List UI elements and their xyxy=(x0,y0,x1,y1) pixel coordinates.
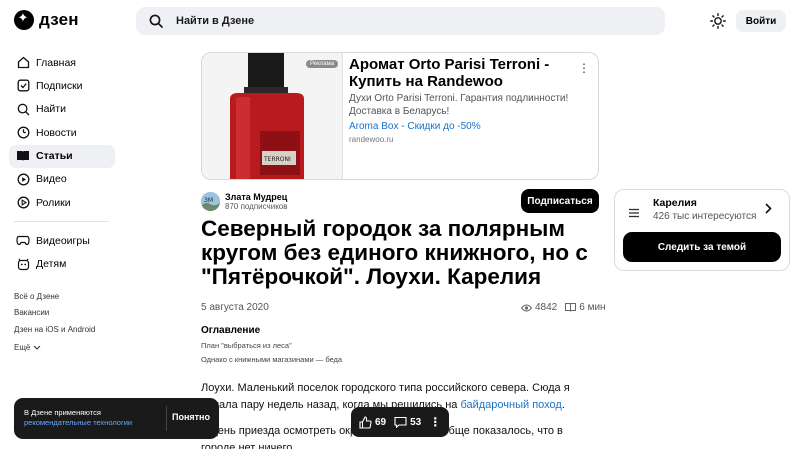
dzen-logo[interactable]: дзен xyxy=(14,10,79,30)
author-name[interactable]: Злата Мудрец xyxy=(225,192,287,202)
dzen-logo-icon xyxy=(14,10,34,30)
menu-lines-icon xyxy=(628,205,640,223)
topic-followers: 426 тыс интересуются xyxy=(653,211,757,222)
sidebar-item-home[interactable]: Главная xyxy=(9,51,115,74)
toc-item[interactable]: План "выбраться из леса" xyxy=(201,341,292,350)
home-icon xyxy=(16,56,30,70)
perfume-bottle-image: TERRONI Реклама xyxy=(202,53,343,179)
link-mobile-apps[interactable]: Дзен на iOS и Android xyxy=(14,324,95,340)
article-date: 5 августа 2020 xyxy=(201,302,269,313)
sidebar-item-articles[interactable]: Статьи xyxy=(9,144,115,168)
book-icon xyxy=(565,303,577,312)
sidebar-divider xyxy=(14,221,109,223)
sidebar-item-label: Главная xyxy=(36,56,76,69)
subscriptions-icon xyxy=(16,79,30,93)
sidebar-item-label: Новости xyxy=(36,126,77,139)
toc-title: Оглавление xyxy=(201,325,261,336)
avatar-initials: ЗМ xyxy=(204,197,213,204)
cookie-message: В Дзене применяются xyxy=(24,408,101,417)
article-title: Северный городок за полярным кругом без … xyxy=(201,216,588,289)
cookie-text: В Дзене применяются рекомендательные тех… xyxy=(24,408,164,428)
sidebar: Главная Подписки Найти Новости Статьи Ви… xyxy=(9,51,115,276)
login-button[interactable]: Войти xyxy=(736,10,786,32)
link-vacancies[interactable]: Вакансии xyxy=(14,307,95,323)
kids-icon xyxy=(16,257,30,271)
more-vertical-icon[interactable]: ⋮ xyxy=(429,415,441,429)
author-subscribers: 870 подписчиков xyxy=(225,202,288,211)
chevron-down-icon xyxy=(33,342,41,354)
sidebar-item-label: Статьи xyxy=(36,150,73,163)
topic-name[interactable]: Карелия xyxy=(653,197,697,209)
sidebar-item-subscriptions[interactable]: Подписки xyxy=(9,74,115,97)
views-count: 4842 xyxy=(535,302,558,313)
search-icon xyxy=(136,14,176,28)
more-links[interactable]: Ещё xyxy=(14,340,95,356)
sidebar-item-videogames[interactable]: Видеоигры xyxy=(9,229,115,252)
views-stat: 4842 xyxy=(521,302,557,313)
logo-text: дзен xyxy=(39,10,79,29)
theme-toggle-sun-icon[interactable] xyxy=(708,11,728,31)
more-vertical-icon[interactable]: ⋮ xyxy=(578,61,590,75)
news-icon xyxy=(16,126,30,140)
eye-icon xyxy=(521,304,532,311)
sidebar-item-video[interactable]: Видео xyxy=(9,168,115,191)
topic-card: Карелия 426 тыс интересуются Следить за … xyxy=(614,189,790,271)
subscribe-button[interactable]: Подписаться xyxy=(521,189,599,213)
likes-count: 69 xyxy=(375,416,387,428)
sidebar-item-kids[interactable]: Детям xyxy=(9,253,115,276)
search-placeholder: Найти в Дзене xyxy=(176,15,255,27)
ad-banner[interactable]: TERRONI Реклама Аромат Orto Parisi Terro… xyxy=(201,52,599,180)
comments-button[interactable]: 53 xyxy=(394,416,421,428)
shorts-icon xyxy=(16,196,30,210)
cookie-accept-button[interactable]: Понятно xyxy=(172,412,210,422)
sidebar-footer-links: Всё о Дзене Вакансии Дзен на iOS и Andro… xyxy=(14,291,95,356)
more-label: Ещё xyxy=(14,343,31,353)
reactions-bar: 69 53 ⋮ xyxy=(351,407,449,437)
sidebar-item-shorts[interactable]: Ролики xyxy=(9,191,115,214)
comments-count: 53 xyxy=(410,416,422,428)
paragraph-text: . xyxy=(561,398,565,411)
article-stats: 4842 6 мин xyxy=(521,302,606,313)
ad-url[interactable]: randewoo.ru xyxy=(349,135,393,144)
read-time-stat: 6 мин xyxy=(565,302,606,313)
link-about-dzen[interactable]: Всё о Дзене xyxy=(14,291,95,307)
search-icon xyxy=(16,102,30,116)
bottle-label: TERRONI xyxy=(263,156,291,163)
sidebar-item-label: Ролики xyxy=(36,196,71,209)
toc-item[interactable]: Однако с книжными магазинами — беда xyxy=(201,355,342,364)
recommendation-tech-link[interactable]: рекомендательные технологии xyxy=(24,418,164,428)
like-button[interactable]: 69 xyxy=(359,415,387,429)
kayak-trip-link[interactable]: байдарочный поход xyxy=(460,399,561,411)
ad-description: Духи Orto Parisi Terroni. Гарантия подли… xyxy=(349,93,569,117)
ad-badge: Реклама xyxy=(306,60,339,68)
gamepad-icon xyxy=(16,234,30,248)
sidebar-item-find[interactable]: Найти xyxy=(9,98,115,121)
sidebar-item-label: Детям xyxy=(36,258,67,271)
sidebar-item-label: Найти xyxy=(36,103,66,116)
articles-icon xyxy=(16,149,30,163)
search-input[interactable]: Найти в Дзене xyxy=(136,7,665,35)
sidebar-item-news[interactable]: Новости xyxy=(9,121,115,144)
cookie-notice: В Дзене применяются рекомендательные тех… xyxy=(14,398,219,439)
thumbs-up-icon xyxy=(359,415,372,429)
sidebar-item-label: Подписки xyxy=(36,79,83,92)
comment-icon xyxy=(394,416,407,428)
divider xyxy=(166,406,167,431)
sidebar-item-label: Видеоигры xyxy=(36,234,90,247)
video-icon xyxy=(16,172,30,186)
read-time: 6 мин xyxy=(579,302,606,313)
chevron-right-icon[interactable] xyxy=(765,203,772,217)
sidebar-item-label: Видео xyxy=(36,173,67,186)
ad-title[interactable]: Аромат Orto Parisi Terroni - Купить на R… xyxy=(349,56,564,90)
follow-topic-button[interactable]: Следить за темой xyxy=(623,232,781,262)
ad-promo-link[interactable]: Aroma Box - Скидки до -50% xyxy=(349,121,481,132)
avatar[interactable]: ЗМ xyxy=(201,192,220,211)
